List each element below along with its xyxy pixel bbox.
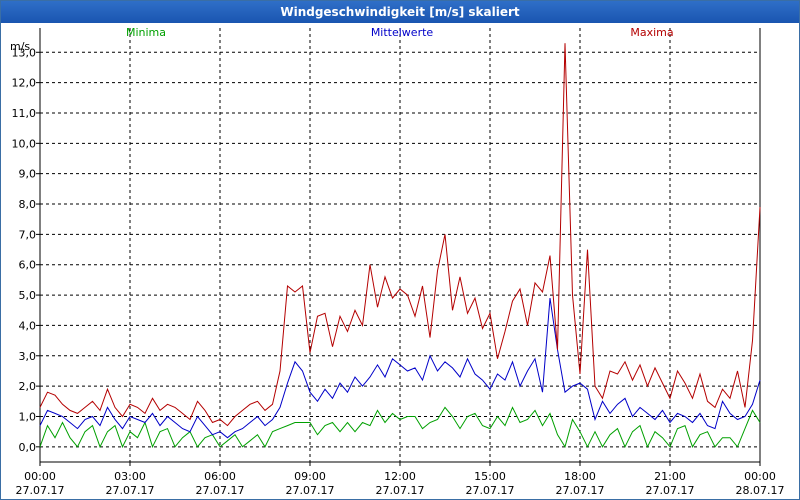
x-tick-date: 27.07.17 [556, 484, 605, 497]
y-tick-label: 2,0 [19, 380, 37, 393]
x-tick-labels: 00:0027.07.1703:0027.07.1706:0027.07.170… [16, 462, 785, 497]
y-tick-label: 10,0 [12, 137, 37, 150]
grid-lines [40, 28, 760, 462]
y-tick-label: 1,0 [19, 410, 37, 423]
y-tick-label: 6,0 [19, 259, 37, 272]
y-tick-label: 11,0 [12, 107, 37, 120]
x-tick-time: 18:00 [564, 470, 596, 483]
x-tick-date: 27.07.17 [106, 484, 155, 497]
y-tick-labels: 0,0 1,0 2,0 3,0 4,0 5,0 6,0 7,0 8,0 9,0 10,0 11,0 12… [12, 46, 40, 454]
y-tick-label: 0,0 [19, 441, 37, 454]
x-tick-date: 27.07.17 [466, 484, 515, 497]
x-tick-time: 03:00 [114, 470, 146, 483]
chart-canvas: 0,0 1,0 2,0 3,0 4,0 5,0 6,0 7,0 8,0 9,0 10,0 11,0 12… [10, 26, 785, 497]
legend-entry-mittelwerte: Mittelwerte [371, 26, 434, 39]
x-tick-time: 00:00 [24, 470, 56, 483]
x-tick-time: 12:00 [384, 470, 416, 483]
y-tick-label: 5,0 [19, 289, 37, 302]
x-tick-time: 06:00 [204, 470, 236, 483]
legend-entry-minima: Minima [126, 26, 166, 39]
y-tick-label: 7,0 [19, 228, 37, 241]
y-axis-label: m/s [10, 40, 30, 53]
x-tick-date: 27.07.17 [376, 484, 425, 497]
y-tick-label: 12,0 [12, 77, 37, 90]
y-tick-label: 8,0 [19, 198, 37, 211]
x-tick-date: 27.07.17 [646, 484, 695, 497]
x-tick-time: 00:00 [744, 470, 776, 483]
x-tick-time: 15:00 [474, 470, 506, 483]
y-tick-label: 4,0 [19, 319, 37, 332]
legend: Minima Mittelwerte Maxima [126, 26, 674, 39]
x-tick-date: 27.07.17 [16, 484, 65, 497]
x-tick-date: 27.07.17 [286, 484, 335, 497]
x-tick-time: 21:00 [654, 470, 686, 483]
y-tick-label: 3,0 [19, 350, 37, 363]
x-tick-date: 27.07.17 [196, 484, 245, 497]
legend-entry-maxima: Maxima [630, 26, 673, 39]
x-tick-date: 28.07.17 [736, 484, 785, 497]
x-tick-time: 09:00 [294, 470, 326, 483]
y-tick-label: 9,0 [19, 168, 37, 181]
